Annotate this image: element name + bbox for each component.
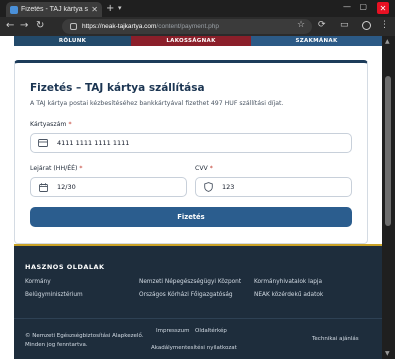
expiry-label: Lejárat (HH/ÉÉ) * <box>30 165 82 172</box>
card-number-label: Kártyaszám * <box>30 121 72 128</box>
new-tab-icon[interactable]: + <box>106 3 114 14</box>
required-mark: * <box>79 165 83 172</box>
nav-item-lakossagnak[interactable]: LAKOSSÁGNAK <box>131 36 251 46</box>
forward-icon[interactable]: → <box>20 20 28 32</box>
menu-icon[interactable]: ⋮ <box>380 20 389 30</box>
browser-tab[interactable]: Fizetés - TAJ kártya szállí ✕ <box>6 2 102 17</box>
expiry-field[interactable]: 12/30 <box>30 177 187 197</box>
close-tab-icon[interactable]: ✕ <box>91 5 98 14</box>
site-footer: HASZNOS OLDALAK Kormány Nemzeti Népegész… <box>14 244 382 359</box>
site-favicon-icon <box>10 5 18 14</box>
footer-heading: HASZNOS OLDALAK <box>25 263 105 271</box>
pay-button[interactable]: Fizetés <box>30 207 352 227</box>
maximize-icon[interactable]: ▢ <box>359 2 367 11</box>
footer-divider <box>14 318 382 319</box>
window-close-icon[interactable]: ✕ <box>377 2 389 14</box>
nav-item-szakmanak[interactable]: SZAKMÁNAK <box>251 36 382 46</box>
main-navigation: RÓLUNK LAKOSSÁGNAK SZAKMÁNAK <box>14 36 382 46</box>
footer-link-neak-adatok[interactable]: NEAK közérdekű adatok <box>254 292 323 298</box>
credit-card-icon <box>38 138 48 148</box>
scroll-up-icon[interactable]: ▲ <box>385 38 390 45</box>
page-scrollbar[interactable]: ▲ ▼ <box>382 36 395 359</box>
url-path: /content/payment.php <box>156 23 219 30</box>
payment-description: A TAJ kártya postai kézbesítéséhez bankk… <box>30 100 284 107</box>
calendar-icon <box>38 182 48 192</box>
footer-link-kormany[interactable]: Kormány <box>25 279 51 285</box>
required-mark: * <box>68 121 72 128</box>
footer-link-nnk[interactable]: Nemzeti Népegészségügyi Központ <box>139 279 241 285</box>
sidebar-icon[interactable]: ▭ <box>340 20 349 30</box>
card-number-field[interactable]: 4111 1111 1111 1111 <box>30 133 352 153</box>
nav-item-rolunk[interactable]: RÓLUNK <box>14 36 131 46</box>
shield-icon <box>203 182 213 192</box>
footer-link-kormanyhivatalok[interactable]: Kormányhivatalok lapja <box>254 279 322 285</box>
tab-search-chevron-icon[interactable]: ▾ <box>118 4 122 12</box>
footer-link-okfo[interactable]: Országos Kórházi Főigazgatóság <box>139 292 233 298</box>
footer-copyright: © Nemzeti Egészségbiztosítási Alapkezelő… <box>25 333 144 348</box>
url-text: https://neak-tajkartya.com/content/payme… <box>82 23 219 30</box>
card-number-label-text: Kártyaszám <box>30 121 67 128</box>
card-number-value: 4111 1111 1111 1111 <box>57 139 130 147</box>
browser-toolbar: ← → ↻ https://neak-tajkartya.com/content… <box>0 17 395 36</box>
cvv-label-text: CVV <box>195 165 208 172</box>
payment-card: Fizetés – TAJ kártya szállítása A TAJ ká… <box>14 60 368 244</box>
page-title: Fizetés – TAJ kártya szállítása <box>30 82 205 94</box>
site-info-icon[interactable] <box>70 23 77 30</box>
footer-link-tech-help[interactable]: Technikai ajánlás <box>312 336 359 342</box>
scroll-down-icon[interactable]: ▼ <box>385 350 390 357</box>
cvv-field[interactable]: 123 <box>195 177 352 197</box>
address-bar[interactable]: https://neak-tajkartya.com/content/payme… <box>62 19 312 34</box>
tab-title: Fizetés - TAJ kártya szállí <box>21 6 89 13</box>
cvv-label: CVV * <box>195 165 213 172</box>
expiry-label-text: Lejárat (HH/ÉÉ) <box>30 165 78 172</box>
bookmark-star-icon[interactable]: ☆ <box>297 20 305 30</box>
required-mark: * <box>209 165 213 172</box>
back-icon[interactable]: ← <box>6 20 14 32</box>
profile-icon[interactable] <box>362 21 371 30</box>
reload-icon[interactable]: ↻ <box>36 20 44 32</box>
cvv-value: 123 <box>222 183 235 191</box>
url-host: https://neak-tajkartya.com <box>82 23 157 30</box>
footer-link-impresszum[interactable]: Impresszum <box>156 328 189 334</box>
scroll-thumb[interactable] <box>385 76 391 226</box>
footer-link-sitemap[interactable]: Oldaltérkép <box>195 328 227 334</box>
minimize-icon[interactable]: — <box>343 2 351 11</box>
extensions-icon[interactable]: ⟳ <box>318 20 326 30</box>
page-viewport: RÓLUNK LAKOSSÁGNAK SZAKMÁNAK Fizetés – T… <box>0 36 382 359</box>
browser-tabstrip: Fizetés - TAJ kártya szállí ✕ + ▾ — ▢ ✕ <box>0 0 395 17</box>
footer-link-belugy[interactable]: Belügyminisztérium <box>25 292 83 298</box>
footer-link-accessibility[interactable]: Akadálymentesítési nyilatkozat <box>151 345 237 351</box>
expiry-value: 12/30 <box>57 183 76 191</box>
